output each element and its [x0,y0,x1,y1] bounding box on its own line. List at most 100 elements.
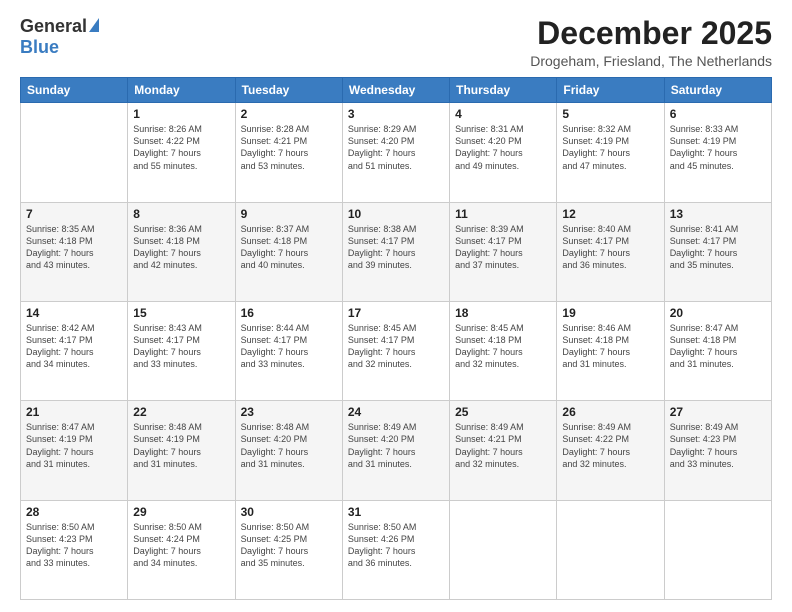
day-number: 31 [348,505,444,519]
cell-info: Sunrise: 8:36 AMSunset: 4:18 PMDaylight:… [133,223,229,272]
col-thursday: Thursday [450,78,557,103]
table-row: 1 Sunrise: 8:26 AMSunset: 4:22 PMDaylight… [128,103,235,202]
table-row: 26 Sunrise: 8:49 AMSunset: 4:22 PMDayligh… [557,401,664,500]
col-monday: Monday [128,78,235,103]
day-number: 2 [241,107,337,121]
cell-info: Sunrise: 8:50 AMSunset: 4:26 PMDaylight:… [348,521,444,570]
day-number: 19 [562,306,658,320]
day-number: 7 [26,207,122,221]
day-number: 29 [133,505,229,519]
logo-general-text: General [20,16,87,37]
table-row: 20 Sunrise: 8:47 AMSunset: 4:18 PMDayligh… [664,301,771,400]
table-row: 24Sunrise: 8:49 AMSunset: 4:20 PMDayligh… [342,401,449,500]
day-number: 14 [26,306,122,320]
table-row: 10 Sunrise: 8:38 AMSunset: 4:17 PMDayligh… [342,202,449,301]
day-number: 18 [455,306,551,320]
table-row: 23 Sunrise: 8:48 AMSunset: 4:20 PMDayligh… [235,401,342,500]
cell-info: Sunrise: 8:46 AMSunset: 4:18 PMDaylight:… [562,322,658,371]
col-saturday: Saturday [664,78,771,103]
day-number: 28 [26,505,122,519]
calendar-week-row: 7 Sunrise: 8:35 AMSunset: 4:18 PMDaylight… [21,202,772,301]
table-row: 9 Sunrise: 8:37 AMSunset: 4:18 PMDaylight… [235,202,342,301]
subtitle: Drogeham, Friesland, The Netherlands [530,53,772,69]
table-row: 29Sunrise: 8:50 AMSunset: 4:24 PMDayligh… [128,500,235,599]
day-number: 15 [133,306,229,320]
table-row: 22 Sunrise: 8:48 AMSunset: 4:19 PMDayligh… [128,401,235,500]
col-sunday: Sunday [21,78,128,103]
table-row [557,500,664,599]
table-row: 12 Sunrise: 8:40 AMSunset: 4:17 PMDayligh… [557,202,664,301]
table-row [664,500,771,599]
calendar-week-row: 1 Sunrise: 8:26 AMSunset: 4:22 PMDaylight… [21,103,772,202]
table-row: 25 Sunrise: 8:49 AMSunset: 4:21 PMDayligh… [450,401,557,500]
table-row: 31 Sunrise: 8:50 AMSunset: 4:26 PMDayligh… [342,500,449,599]
day-number: 24 [348,405,444,419]
cell-info: Sunrise: 8:47 AMSunset: 4:18 PMDaylight:… [670,322,766,371]
table-row: 15 Sunrise: 8:43 AMSunset: 4:17 PMDayligh… [128,301,235,400]
table-row: 13 Sunrise: 8:41 AMSunset: 4:17 PMDayligh… [664,202,771,301]
cell-info: Sunrise: 8:33 AMSunset: 4:19 PMDaylight:… [670,123,766,172]
logo: General Blue [20,16,99,58]
cell-info: Sunrise: 8:42 AMSunset: 4:17 PMDaylight:… [26,322,122,371]
day-number: 23 [241,405,337,419]
cell-info: Sunrise: 8:47 AMSunset: 4:19 PMDaylight:… [26,421,122,470]
cell-info: Sunrise: 8:49 AMSunset: 4:22 PMDaylight:… [562,421,658,470]
cell-info: Sunrise: 8:48 AMSunset: 4:20 PMDaylight:… [241,421,337,470]
day-number: 8 [133,207,229,221]
day-number: 26 [562,405,658,419]
day-number: 17 [348,306,444,320]
calendar-table: Sunday Monday Tuesday Wednesday Thursday… [20,77,772,600]
cell-info: Sunrise: 8:35 AMSunset: 4:18 PMDaylight:… [26,223,122,272]
calendar-week-row: 14 Sunrise: 8:42 AMSunset: 4:17 PMDayligh… [21,301,772,400]
day-number: 16 [241,306,337,320]
cell-info: Sunrise: 8:37 AMSunset: 4:18 PMDaylight:… [241,223,337,272]
day-number: 9 [241,207,337,221]
table-row: 30Sunrise: 8:50 AMSunset: 4:25 PMDayligh… [235,500,342,599]
table-row: 17 Sunrise: 8:45 AMSunset: 4:17 PMDayligh… [342,301,449,400]
table-row: 8 Sunrise: 8:36 AMSunset: 4:18 PMDaylight… [128,202,235,301]
col-wednesday: Wednesday [342,78,449,103]
day-number: 10 [348,207,444,221]
day-number: 22 [133,405,229,419]
day-number: 25 [455,405,551,419]
cell-info: Sunrise: 8:50 AMSunset: 4:23 PMDaylight:… [26,521,122,570]
cell-info: Sunrise: 8:48 AMSunset: 4:19 PMDaylight:… [133,421,229,470]
day-number: 3 [348,107,444,121]
cell-info: Sunrise: 8:39 AMSunset: 4:17 PMDaylight:… [455,223,551,272]
calendar-week-row: 28 Sunrise: 8:50 AMSunset: 4:23 PMDayligh… [21,500,772,599]
table-row [450,500,557,599]
table-row: 6 Sunrise: 8:33 AMSunset: 4:19 PMDaylight… [664,103,771,202]
cell-info: Sunrise: 8:26 AMSunset: 4:22 PMDaylight:… [133,123,229,172]
cell-info: Sunrise: 8:32 AMSunset: 4:19 PMDaylight:… [562,123,658,172]
table-row: 3Sunrise: 8:29 AMSunset: 4:20 PMDaylight… [342,103,449,202]
cell-info: Sunrise: 8:49 AMSunset: 4:23 PMDaylight:… [670,421,766,470]
table-row: 28 Sunrise: 8:50 AMSunset: 4:23 PMDayligh… [21,500,128,599]
header: General Blue December 2025 Drogeham, Fri… [20,16,772,69]
page: General Blue December 2025 Drogeham, Fri… [0,0,792,612]
table-row: 11 Sunrise: 8:39 AMSunset: 4:17 PMDayligh… [450,202,557,301]
cell-info: Sunrise: 8:40 AMSunset: 4:17 PMDaylight:… [562,223,658,272]
header-row: Sunday Monday Tuesday Wednesday Thursday… [21,78,772,103]
day-number: 1 [133,107,229,121]
cell-info: Sunrise: 8:41 AMSunset: 4:17 PMDaylight:… [670,223,766,272]
cell-info: Sunrise: 8:50 AMSunset: 4:25 PMDaylight:… [241,521,337,570]
day-number: 13 [670,207,766,221]
title-block: December 2025 Drogeham, Friesland, The N… [530,16,772,69]
cell-info: Sunrise: 8:44 AMSunset: 4:17 PMDaylight:… [241,322,337,371]
cell-info: Sunrise: 8:43 AMSunset: 4:17 PMDaylight:… [133,322,229,371]
table-row: 21Sunrise: 8:47 AMSunset: 4:19 PMDayligh… [21,401,128,500]
day-number: 20 [670,306,766,320]
col-friday: Friday [557,78,664,103]
cell-info: Sunrise: 8:49 AMSunset: 4:21 PMDaylight:… [455,421,551,470]
col-tuesday: Tuesday [235,78,342,103]
table-row: 2Sunrise: 8:28 AMSunset: 4:21 PMDaylight… [235,103,342,202]
table-row: 19 Sunrise: 8:46 AMSunset: 4:18 PMDayligh… [557,301,664,400]
day-number: 4 [455,107,551,121]
cell-info: Sunrise: 8:38 AMSunset: 4:17 PMDaylight:… [348,223,444,272]
day-number: 12 [562,207,658,221]
calendar-week-row: 21Sunrise: 8:47 AMSunset: 4:19 PMDayligh… [21,401,772,500]
table-row: 4Sunrise: 8:31 AMSunset: 4:20 PMDaylight… [450,103,557,202]
cell-info: Sunrise: 8:45 AMSunset: 4:17 PMDaylight:… [348,322,444,371]
day-number: 11 [455,207,551,221]
day-number: 6 [670,107,766,121]
